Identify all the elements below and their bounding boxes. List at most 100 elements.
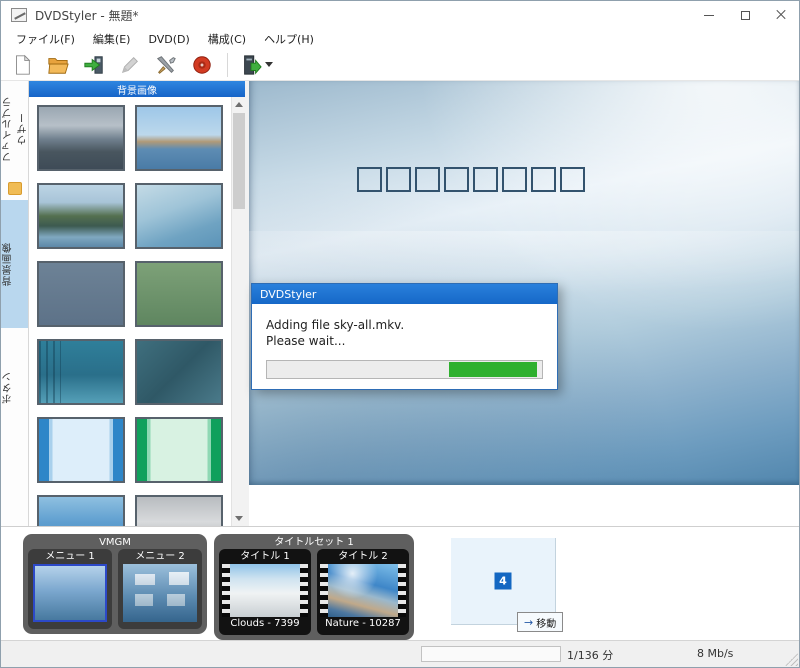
background-thumbnail-teal-striped[interactable] <box>37 339 125 405</box>
placeholder-square <box>444 167 469 192</box>
drag-move-tooltip: → 移動 <box>517 612 563 632</box>
placeholder-square <box>531 167 556 192</box>
title1-video-frame[interactable] <box>230 564 300 617</box>
scrollbar-thumb[interactable] <box>233 113 245 209</box>
new-project-button[interactable] <box>9 52 35 78</box>
placeholder-square <box>473 167 498 192</box>
edit-button-disabled <box>117 52 143 78</box>
burn-button[interactable] <box>240 54 273 76</box>
toolbar-separator <box>227 53 228 77</box>
title2-filmstrip <box>320 564 406 617</box>
titleset-group: タイトルセット 1 タイトル 1 Clouds - 7399 タイトル 2 <box>214 534 414 640</box>
filmstrip-perforation <box>300 564 308 617</box>
close-button[interactable] <box>763 1 799 29</box>
progress-dialog: DVDStyler Adding file sky-all.mkv. Pleas… <box>251 283 558 390</box>
menu1-thumbnail[interactable]: メニュー 1 <box>28 549 112 629</box>
burn-device-icon <box>240 54 262 76</box>
menu2-label: メニュー 2 <box>120 550 200 564</box>
placeholder-square <box>560 167 585 192</box>
settings-button[interactable] <box>153 52 179 78</box>
scroll-down-icon[interactable] <box>232 511 245 526</box>
background-thumbnail-blue-side-bars[interactable] <box>37 417 125 483</box>
title2-caption: Nature - 10287 <box>320 617 406 631</box>
duration-status: 1/136 分 <box>567 647 613 663</box>
vmgm-label: VMGM <box>28 536 202 549</box>
record-button[interactable] <box>189 52 215 78</box>
placeholder-square <box>357 167 382 192</box>
background-thumbnail-slate-blue[interactable] <box>37 261 125 327</box>
dialog-title: DVDStyler <box>260 288 316 301</box>
background-thumbnail-soft-blue-gradient[interactable] <box>135 183 223 249</box>
capacity-gauge <box>421 646 561 662</box>
background-thumbnail-blue-frame[interactable] <box>37 495 125 526</box>
title1-caption: Clouds - 7399 <box>222 617 308 631</box>
dvdstyler-window: DVDStyler - 無題* ファイル(F) 編集(E) DVD(D) 構成(… <box>0 0 800 668</box>
filmstrip-perforation <box>222 564 230 617</box>
menu2-thumbnail[interactable]: メニュー 2 <box>118 549 202 629</box>
minimize-button[interactable] <box>691 1 727 29</box>
burn-dropdown-caret[interactable] <box>265 62 273 67</box>
title1-label: タイトル 1 <box>222 550 308 564</box>
maximize-button[interactable] <box>727 1 763 29</box>
placeholder-squares[interactable] <box>357 167 585 192</box>
background-thumbnail-coast-blue-sky-photo[interactable] <box>135 105 223 171</box>
tools-icon <box>155 54 177 76</box>
open-project-button[interactable] <box>45 52 71 78</box>
title2-video-frame[interactable] <box>328 564 398 617</box>
move-arrow-icon: → <box>524 616 533 629</box>
dialog-message-line2: Please wait... <box>266 333 543 349</box>
menu-dvd[interactable]: DVD(D) <box>139 31 198 48</box>
backgrounds-panel: 背景画像 <box>29 81 249 526</box>
new-document-icon <box>11 54 33 76</box>
background-thumbnail-silver-gradient[interactable] <box>135 495 223 526</box>
menu2-preview[interactable] <box>123 564 197 622</box>
menu-help[interactable]: ヘルプ(H) <box>255 29 323 49</box>
sidebar-tabstrip: ファイルブラウザー 背景画像 ボタン <box>1 81 29 526</box>
title1-filmstrip <box>222 564 308 617</box>
scroll-up-icon[interactable] <box>232 97 245 112</box>
filmstrip-perforation <box>398 564 406 617</box>
app-icon <box>11 8 27 22</box>
background-thumbnail-green-side-bars[interactable] <box>135 417 223 483</box>
menu-configuration[interactable]: 構成(C) <box>199 29 255 49</box>
title1-thumbnail[interactable]: タイトル 1 Clouds - 7399 <box>219 549 311 635</box>
panel-scrollbar[interactable] <box>231 97 245 526</box>
tab-file-browser[interactable]: ファイルブラウザー <box>1 81 28 177</box>
titleset-browser: VMGM メニュー 1 メニュー 2 タイトルセット 1 タイトル 1 <box>1 526 799 640</box>
drag-count-badge: 4 <box>495 573 512 590</box>
background-thumbnail-river-landscape-photo[interactable] <box>37 183 125 249</box>
menu-edit[interactable]: 編集(E) <box>84 29 140 49</box>
title2-thumbnail[interactable]: タイトル 2 Nature - 10287 <box>317 549 409 635</box>
menu-bar: ファイル(F) 編集(E) DVD(D) 構成(C) ヘルプ(H) <box>1 29 799 49</box>
backgrounds-panel-header: 背景画像 <box>29 81 245 97</box>
placeholder-square <box>415 167 440 192</box>
placeholder-square <box>386 167 411 192</box>
tab-buttons[interactable]: ボタン <box>1 342 28 434</box>
tab-backgrounds[interactable]: 背景画像 <box>1 200 28 328</box>
record-disc-icon <box>191 54 213 76</box>
background-thumbnail-muted-green[interactable] <box>135 261 223 327</box>
menu1-preview[interactable] <box>33 564 107 622</box>
save-icon <box>83 54 105 76</box>
toolbar <box>1 49 799 81</box>
move-tooltip-label: 移動 <box>536 615 556 630</box>
folder-tab-icon[interactable] <box>8 182 22 195</box>
background-thumbnail-dark-teal-texture[interactable] <box>135 339 223 405</box>
backgrounds-panel-body <box>29 97 245 526</box>
resize-grip[interactable] <box>785 653 798 666</box>
background-thumbnail-coast-overcast-photo[interactable] <box>37 105 125 171</box>
menu-file[interactable]: ファイル(F) <box>7 29 84 49</box>
menu1-label: メニュー 1 <box>30 550 110 564</box>
status-bar: 1/136 分 8 Mb/s <box>1 640 799 667</box>
filmstrip-perforation <box>320 564 328 617</box>
title-bar: DVDStyler - 無題* <box>1 1 799 29</box>
vmgm-group: VMGM メニュー 1 メニュー 2 <box>23 534 207 634</box>
save-project-button[interactable] <box>81 52 107 78</box>
dialog-progress-bar <box>266 360 543 379</box>
dialog-message-line1: Adding file sky-all.mkv. <box>266 317 543 333</box>
open-folder-icon <box>47 54 69 76</box>
title2-label: タイトル 2 <box>320 550 406 564</box>
background-thumbnails-grid <box>29 97 231 526</box>
bitrate-status: 8 Mb/s <box>697 647 733 660</box>
dialog-title-bar[interactable]: DVDStyler <box>252 284 557 304</box>
